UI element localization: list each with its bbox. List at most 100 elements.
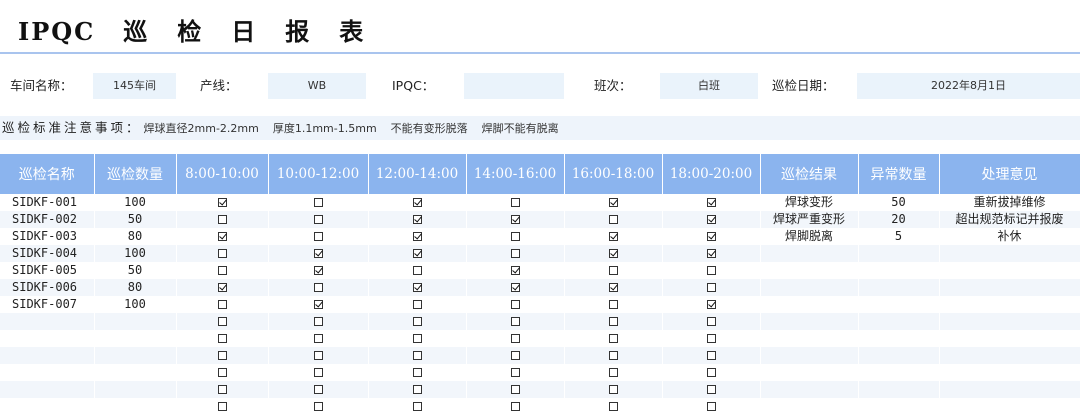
unchecked-checkbox[interactable] [217, 249, 227, 258]
checked-checkbox[interactable] [217, 198, 227, 207]
checked-checkbox[interactable] [313, 249, 323, 258]
checked-checkbox[interactable] [412, 215, 422, 224]
unchecked-checkbox[interactable] [608, 402, 618, 411]
unchecked-checkbox[interactable] [510, 317, 520, 326]
unchecked-checkbox[interactable] [412, 402, 422, 411]
shift-field[interactable]: 白班 [660, 73, 758, 99]
unchecked-checkbox[interactable] [217, 266, 227, 275]
opinion-cell [939, 381, 1080, 398]
checked-checkbox[interactable] [706, 249, 716, 258]
unchecked-checkbox[interactable] [706, 402, 716, 411]
unchecked-checkbox[interactable] [412, 385, 422, 394]
checked-checkbox[interactable] [706, 300, 716, 309]
unchecked-checkbox[interactable] [608, 266, 618, 275]
time-slot-cell [466, 211, 565, 228]
time-slot-cell [466, 398, 565, 415]
unchecked-checkbox[interactable] [313, 402, 323, 411]
checked-checkbox[interactable] [510, 283, 520, 292]
unchecked-checkbox[interactable] [706, 283, 716, 292]
unchecked-checkbox[interactable] [608, 300, 618, 309]
inspection-name-cell: SIDKF-001 [0, 194, 95, 211]
inspection-qty-cell [94, 330, 177, 347]
unchecked-checkbox[interactable] [217, 368, 227, 377]
unchecked-checkbox[interactable] [608, 334, 618, 343]
time-slot-cell [564, 262, 663, 279]
unchecked-checkbox[interactable] [217, 351, 227, 360]
unchecked-checkbox[interactable] [510, 385, 520, 394]
unchecked-checkbox[interactable] [510, 300, 520, 309]
unchecked-checkbox[interactable] [510, 368, 520, 377]
unchecked-checkbox[interactable] [608, 385, 618, 394]
checked-checkbox[interactable] [706, 215, 716, 224]
unchecked-checkbox[interactable] [706, 317, 716, 326]
unchecked-checkbox[interactable] [706, 351, 716, 360]
unchecked-checkbox[interactable] [510, 198, 520, 207]
unchecked-checkbox[interactable] [510, 232, 520, 241]
checked-checkbox[interactable] [706, 232, 716, 241]
checked-checkbox[interactable] [217, 232, 227, 241]
time-slot-cell [368, 211, 467, 228]
unchecked-checkbox[interactable] [217, 317, 227, 326]
unchecked-checkbox[interactable] [313, 385, 323, 394]
unchecked-checkbox[interactable] [217, 402, 227, 411]
checked-checkbox[interactable] [510, 266, 520, 275]
inspection-qty-cell [94, 347, 177, 364]
checked-checkbox[interactable] [412, 232, 422, 241]
time-slot-cell [466, 279, 565, 296]
unchecked-checkbox[interactable] [608, 317, 618, 326]
title-char: 日 [231, 17, 258, 46]
workshop-field[interactable]: 145车间 [93, 73, 176, 99]
checked-checkbox[interactable] [313, 266, 323, 275]
unchecked-checkbox[interactable] [412, 266, 422, 275]
ipqc-field[interactable] [464, 73, 564, 99]
checked-checkbox[interactable] [217, 283, 227, 292]
unchecked-checkbox[interactable] [313, 283, 323, 292]
unchecked-checkbox[interactable] [510, 402, 520, 411]
checked-checkbox[interactable] [313, 300, 323, 309]
checked-checkbox[interactable] [608, 283, 618, 292]
unchecked-checkbox[interactable] [412, 317, 422, 326]
col-header: 巡检名称 [0, 154, 95, 194]
opinion-cell [939, 347, 1080, 364]
checked-checkbox[interactable] [510, 215, 520, 224]
unchecked-checkbox[interactable] [412, 351, 422, 360]
checked-checkbox[interactable] [706, 198, 716, 207]
unchecked-checkbox[interactable] [313, 215, 323, 224]
line-field[interactable]: WB [268, 73, 366, 99]
unchecked-checkbox[interactable] [706, 385, 716, 394]
time-slot-cell [268, 398, 369, 415]
unchecked-checkbox[interactable] [706, 266, 716, 275]
unchecked-checkbox[interactable] [608, 368, 618, 377]
unchecked-checkbox[interactable] [313, 198, 323, 207]
unchecked-checkbox[interactable] [510, 334, 520, 343]
unchecked-checkbox[interactable] [706, 368, 716, 377]
unchecked-checkbox[interactable] [313, 232, 323, 241]
unchecked-checkbox[interactable] [313, 368, 323, 377]
checked-checkbox[interactable] [608, 249, 618, 258]
unchecked-checkbox[interactable] [217, 300, 227, 309]
checked-checkbox[interactable] [412, 283, 422, 292]
inspection-name-cell [0, 330, 95, 347]
unchecked-checkbox[interactable] [412, 334, 422, 343]
time-slot-cell [564, 313, 663, 330]
unchecked-checkbox[interactable] [313, 334, 323, 343]
date-field[interactable]: 2022年8月1日 [857, 73, 1080, 99]
unchecked-checkbox[interactable] [608, 215, 618, 224]
checked-checkbox[interactable] [412, 249, 422, 258]
unchecked-checkbox[interactable] [313, 317, 323, 326]
unchecked-checkbox[interactable] [217, 334, 227, 343]
checked-checkbox[interactable] [608, 198, 618, 207]
unchecked-checkbox[interactable] [510, 249, 520, 258]
unchecked-checkbox[interactable] [313, 351, 323, 360]
unchecked-checkbox[interactable] [217, 385, 227, 394]
unchecked-checkbox[interactable] [412, 368, 422, 377]
checked-checkbox[interactable] [412, 198, 422, 207]
unchecked-checkbox[interactable] [510, 351, 520, 360]
checked-checkbox[interactable] [608, 232, 618, 241]
unchecked-checkbox[interactable] [412, 300, 422, 309]
table-row: SIDKF-001 100 焊球变形 50 重新拔掉维修 [0, 194, 1080, 211]
unchecked-checkbox[interactable] [706, 334, 716, 343]
unchecked-checkbox[interactable] [217, 215, 227, 224]
unchecked-checkbox[interactable] [608, 351, 618, 360]
table-row [0, 364, 1080, 381]
